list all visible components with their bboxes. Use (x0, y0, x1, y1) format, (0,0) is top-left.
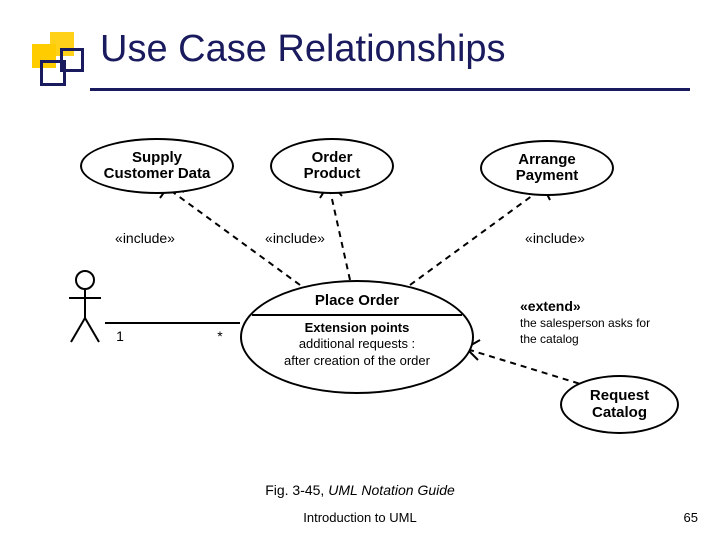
extend-label: «extend» the salesperson asks for the ca… (520, 298, 680, 346)
slide-footer: Introduction to UML (0, 510, 720, 525)
title-ornament (32, 32, 88, 88)
extension-points: Extension points additional requests : a… (242, 320, 472, 369)
extend-stereotype: «extend» (520, 298, 581, 314)
slide-title: Use Case Relationships (100, 28, 506, 71)
extend-condition-line1: the salesperson asks for (520, 316, 650, 330)
usecase-label: Order Product (304, 150, 361, 183)
usecase-order-product: Order Product (270, 138, 394, 194)
actor-icon (65, 270, 105, 350)
assoc-multiplicity-right: * (210, 328, 230, 344)
page-number: 65 (684, 510, 698, 525)
usecase-supply-customer-data: Supply Customer Data (80, 138, 234, 194)
title-underline (90, 88, 690, 91)
extension-points-heading: Extension points (305, 320, 410, 335)
extension-point-line1: additional requests : (299, 336, 415, 351)
usecase-label: Supply Customer Data (104, 150, 211, 183)
usecase-label: Arrange Payment (516, 152, 579, 185)
figure-caption: Fig. 3-45, UML Notation Guide (0, 482, 720, 498)
include-label-3: «include» (510, 230, 600, 246)
assoc-multiplicity-left: 1 (110, 328, 130, 344)
usecase-request-catalog: Request Catalog (560, 375, 679, 434)
place-order-divider (252, 314, 462, 316)
usecase-label: Request Catalog (590, 388, 649, 421)
place-order-title: Place Order (242, 292, 472, 309)
extend-condition-line2: the catalog (520, 332, 579, 346)
extension-point-line2: after creation of the order (284, 353, 430, 368)
include-label-1: «include» (100, 230, 190, 246)
include-label-2: «include» (250, 230, 340, 246)
uml-diagram: Supply Customer Data Order Product Arran… (40, 120, 680, 460)
figure-source: UML Notation Guide (324, 482, 454, 498)
figure-number: Fig. 3-45, (265, 482, 324, 498)
slide: Use Case Relationships Supply Customer D… (0, 0, 720, 540)
usecase-arrange-payment: Arrange Payment (480, 140, 614, 196)
usecase-place-order: Place Order Extension points additional … (240, 280, 474, 394)
